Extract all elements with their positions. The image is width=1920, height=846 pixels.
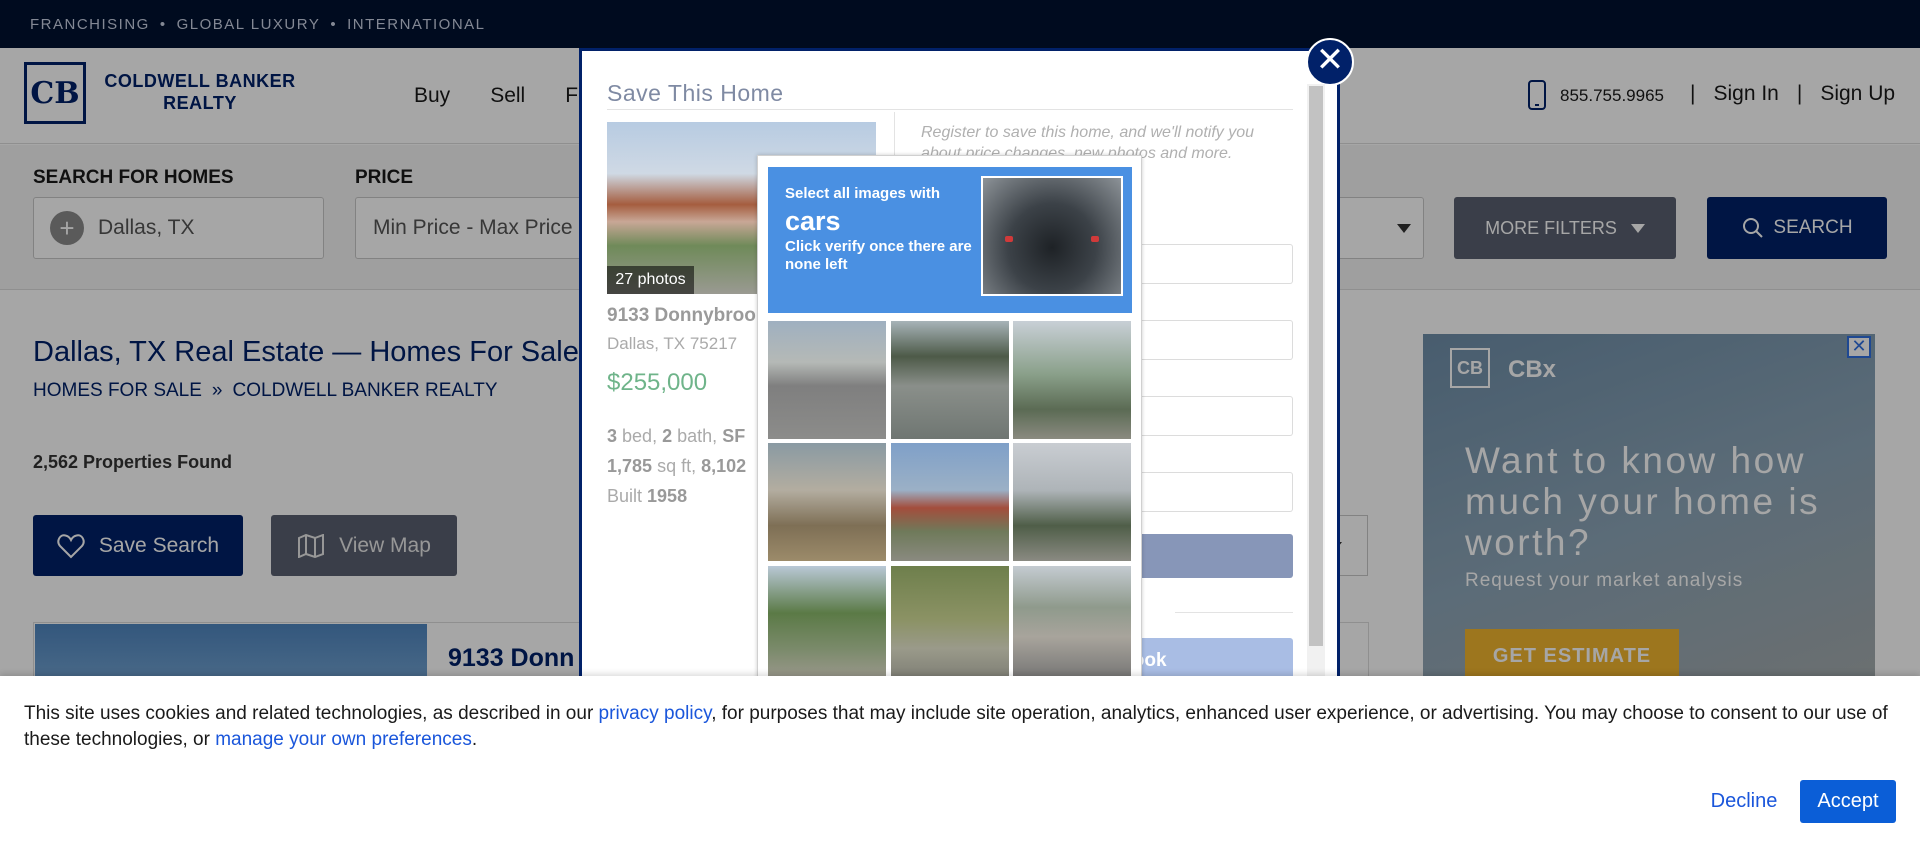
captcha-tile-3[interactable] (1013, 321, 1131, 439)
modal-close-icon[interactable]: ✕ (1306, 38, 1354, 86)
divider (1175, 612, 1293, 613)
captcha-tile-8[interactable] (891, 566, 1009, 684)
accept-button[interactable]: Accept (1800, 780, 1896, 823)
modal-title: Save This Home (607, 80, 784, 106)
cookie-message: This site uses cookies and related techn… (24, 703, 1888, 750)
photo-count-badge: 27 photos (607, 266, 694, 294)
privacy-policy-link[interactable]: privacy policy (599, 703, 712, 724)
home-stats: 3 bed, 2 bath, SF 1,785 sq ft, 8,102 Bui… (607, 426, 747, 506)
manage-preferences-link[interactable]: manage your own preferences (215, 729, 472, 750)
captcha-tile-1[interactable] (768, 321, 886, 439)
captcha-tile-7[interactable] (768, 566, 886, 684)
modal-scrollbar-thumb[interactable] (1309, 86, 1323, 646)
decline-button[interactable]: Decline (1684, 779, 1804, 823)
divider (607, 109, 1293, 110)
home-address: 9133 Donnybroo (607, 305, 756, 326)
captcha-sample-image (981, 176, 1123, 296)
captcha-tile-4[interactable] (768, 443, 886, 561)
captcha-tile-9[interactable] (1013, 566, 1131, 684)
captcha-target: cars (785, 206, 841, 236)
captcha-instruction: Select all images with (785, 185, 941, 202)
captcha-tile-6[interactable] (1013, 443, 1131, 561)
home-city: Dallas, TX 75217 (607, 334, 738, 353)
captcha-tile-5[interactable] (891, 443, 1009, 561)
captcha-tile-2[interactable] (891, 321, 1009, 439)
home-price: $255,000 (607, 369, 708, 396)
captcha-note: Click verify once there are none left (785, 238, 972, 273)
